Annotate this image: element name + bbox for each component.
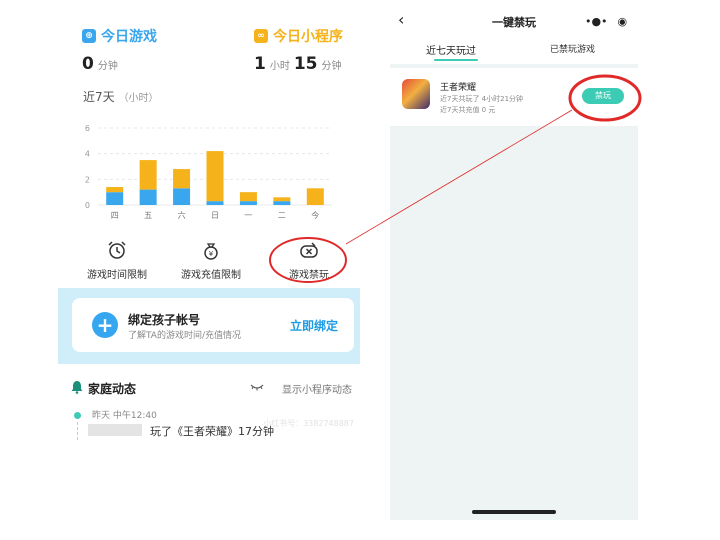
- today-mini-hours: 1: [254, 54, 266, 74]
- alarm-clock-icon: [108, 241, 126, 259]
- recharge-limit-label: 游戏充值限制: [181, 270, 241, 281]
- y-tick-label: 0: [85, 201, 90, 210]
- x-tick-label: 五: [144, 211, 152, 220]
- x-tick-label: 六: [178, 210, 186, 220]
- game-icon: [402, 79, 430, 109]
- bar-segment: [206, 201, 224, 205]
- ban-button[interactable]: 禁玩: [582, 88, 624, 104]
- bar-segment: [306, 188, 324, 205]
- eye-closed-icon[interactable]: [250, 382, 264, 392]
- activity-text: 玩了《王者荣耀》17分钟: [150, 425, 274, 438]
- family-title: 家庭动态: [88, 382, 137, 396]
- blurred-name: [88, 424, 142, 436]
- recharge-limit-button[interactable]: ¥ 游戏充值限制: [166, 240, 256, 281]
- today-mini-minutes: 15: [293, 54, 318, 74]
- bind-now-link[interactable]: 立即绑定: [290, 317, 338, 334]
- timeline-dot: [74, 412, 81, 419]
- plus-icon: +: [92, 312, 118, 338]
- money-bag-icon: ¥: [204, 243, 218, 260]
- tab-banned[interactable]: 已禁玩游戏: [550, 42, 595, 55]
- today-game-unit: 分钟: [97, 61, 118, 72]
- today-mini-minutes-unit: 分钟: [321, 61, 342, 72]
- bind-title: 绑定孩子帐号: [128, 313, 201, 327]
- bar-segment: [139, 189, 157, 205]
- game-playtime: 近7天共玩了 4小时21分钟: [440, 95, 524, 103]
- bind-subtitle: 了解TA的游戏时间/充值情况: [128, 331, 241, 341]
- mini-program-capsule: •●• ◉: [580, 10, 632, 32]
- tab-bar: 近七天玩过 已禁玩游戏: [390, 38, 638, 64]
- show-mini-toggle[interactable]: 显示小程序动态: [282, 381, 352, 396]
- today-game-value: 0: [82, 54, 94, 74]
- bar-segment: [273, 201, 291, 205]
- gamepad-ban-icon: [300, 242, 318, 258]
- today-mini-label: 今日小程序: [273, 29, 343, 45]
- mini-program-icon: ∞: [254, 29, 268, 43]
- game-name: 王者荣耀: [440, 83, 477, 93]
- timeline-line: [77, 422, 78, 440]
- bell-icon: [71, 381, 83, 394]
- home-indicator: [472, 510, 556, 514]
- bar-segment: [106, 187, 124, 193]
- time-limit-button[interactable]: 游戏时间限制: [72, 240, 162, 281]
- time-limit-label: 游戏时间限制: [87, 270, 147, 281]
- bar-segment: [206, 151, 224, 202]
- today-game-stat: ⊕ 今日游戏 0 分钟: [82, 26, 157, 74]
- one-key-ban-panel: ‹ 一键禁玩 •●• ◉ 近七天玩过 已禁玩游戏 王者荣耀 近7天共玩了 4小时…: [390, 0, 638, 520]
- bar-segment: [239, 192, 257, 202]
- bar-segment: [173, 188, 191, 205]
- game-recharge: 近7天共充值 0 元: [440, 106, 496, 114]
- weekly-bar-chart: 0 2 4 6 四 五 六 日 一 二 今: [85, 124, 332, 220]
- bar-segment: [239, 201, 257, 205]
- x-tick-label: 四: [111, 211, 119, 220]
- parent-dashboard-panel: ⊕ 今日游戏 0 分钟 ∞ 今日小程序 1 小时 15 分钟 近7天 （小时） …: [58, 0, 360, 540]
- y-tick-label: 2: [85, 175, 90, 184]
- activity-time: 昨天 中午12:40: [92, 411, 157, 421]
- bar-segment: [273, 197, 291, 202]
- watermark: 小红书号：3382748887: [263, 419, 354, 428]
- today-mini-stat: ∞ 今日小程序 1 小时 15 分钟: [254, 26, 346, 74]
- gamepad-icon: ⊕: [82, 29, 96, 43]
- tab-recent[interactable]: 近七天玩过: [426, 42, 476, 57]
- bar-segment: [139, 160, 157, 190]
- more-icon[interactable]: •●•: [585, 15, 608, 28]
- svg-text:¥: ¥: [209, 250, 214, 258]
- chart-unit: （小时）: [118, 93, 159, 104]
- game-ban-label: 游戏禁玩: [289, 270, 329, 281]
- nav-bar: ‹ 一键禁玩 •●• ◉: [390, 0, 638, 38]
- y-tick-label: 6: [85, 124, 90, 133]
- close-target-icon[interactable]: ◉: [617, 15, 627, 28]
- x-tick-label: 一: [244, 211, 252, 220]
- x-tick-label: 今: [311, 210, 319, 220]
- bar-segment: [173, 169, 191, 189]
- today-game-label: 今日游戏: [101, 29, 157, 45]
- bind-child-section: + 绑定孩子帐号 了解TA的游戏时间/充值情况 立即绑定: [58, 288, 360, 364]
- game-list-item: 王者荣耀 近7天共玩了 4小时21分钟 近7天共充值 0 元 禁玩: [390, 68, 638, 126]
- x-tick-label: 二: [278, 211, 286, 220]
- weekly-chart: 近7天 （小时） 0 2 4 6 四 五 六 日 一 二 今: [58, 88, 360, 228]
- x-tick-label: 日: [211, 211, 219, 220]
- today-mini-hours-unit: 小时: [269, 61, 290, 72]
- y-tick-label: 4: [85, 150, 90, 159]
- bar-segment: [106, 192, 124, 205]
- tab-indicator: [434, 59, 478, 61]
- game-ban-button[interactable]: 游戏禁玩: [264, 240, 354, 281]
- chart-title: 近7天: [83, 90, 115, 104]
- bind-child-card[interactable]: + 绑定孩子帐号 了解TA的游戏时间/充值情况 立即绑定: [72, 298, 354, 352]
